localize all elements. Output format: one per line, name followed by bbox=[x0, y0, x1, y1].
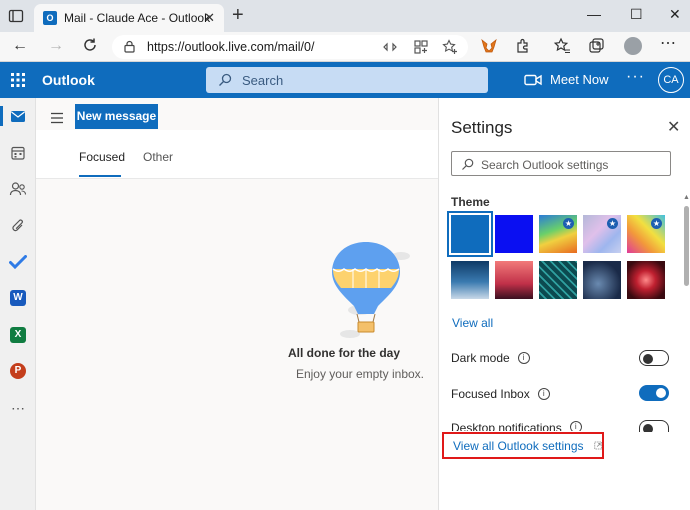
tab-focused[interactable]: Focused bbox=[79, 150, 125, 164]
app-rail: W X P ⋯ bbox=[0, 98, 36, 510]
app-available-icon[interactable] bbox=[413, 39, 429, 55]
mail-icon[interactable] bbox=[8, 106, 28, 126]
browser-profile-avatar[interactable] bbox=[624, 37, 642, 55]
new-message-button[interactable]: New message bbox=[75, 104, 158, 129]
settings-title: Settings bbox=[451, 118, 513, 137]
header-more-icon[interactable]: ··· bbox=[626, 68, 645, 86]
scrollbar-thumb[interactable] bbox=[684, 206, 689, 286]
hamburger-menu-icon[interactable] bbox=[50, 112, 64, 124]
dark-mode-row: Dark mode i bbox=[451, 351, 530, 365]
forward-icon[interactable]: → bbox=[48, 37, 64, 55]
inbox-pivot-bar: Focused Other bbox=[36, 130, 438, 178]
open-in-new-window-icon bbox=[593, 441, 602, 450]
focused-inbox-row: Focused Inbox i bbox=[451, 387, 550, 401]
theme-thumb-landscape[interactable] bbox=[451, 261, 489, 299]
maximize-icon[interactable]: ☐ bbox=[630, 6, 643, 23]
browser-tab[interactable]: O Mail - Claude Ace - Outlook ✕ bbox=[34, 4, 224, 32]
outlook-header: Outlook Search Meet Now ··· CA bbox=[0, 62, 690, 98]
favorite-add-icon[interactable] bbox=[442, 39, 458, 55]
tab-other[interactable]: Other bbox=[143, 150, 173, 164]
search-icon bbox=[219, 73, 232, 86]
info-icon[interactable]: i bbox=[569, 421, 582, 431]
browser-menu-icon[interactable]: ⋯ bbox=[660, 35, 676, 53]
people-icon[interactable] bbox=[8, 179, 28, 199]
collections-icon[interactable] bbox=[587, 37, 605, 55]
focused-inbox-label: Focused Inbox bbox=[451, 387, 530, 401]
desktop-notifications-row: Desktop notifications i bbox=[451, 421, 582, 431]
settings-search-input[interactable]: Search Outlook settings bbox=[451, 151, 671, 176]
minimize-icon[interactable]: — bbox=[587, 6, 601, 22]
lock-icon[interactable] bbox=[123, 40, 136, 53]
settings-panel: Settings ✕ Search Outlook settings Theme… bbox=[438, 98, 690, 510]
hot-air-balloon-illustration bbox=[332, 242, 410, 338]
read-aloud-icon[interactable] bbox=[382, 39, 398, 55]
meet-now-button[interactable]: Meet Now bbox=[524, 72, 609, 87]
view-all-themes-link[interactable]: View all bbox=[452, 316, 493, 330]
new-tab-icon[interactable]: + bbox=[232, 5, 244, 25]
address-bar[interactable]: https://outlook.live.com/mail/0/ bbox=[112, 35, 468, 59]
dark-mode-toggle[interactable] bbox=[639, 350, 669, 366]
info-icon[interactable]: i bbox=[517, 352, 530, 364]
close-window-icon[interactable]: ✕ bbox=[669, 6, 681, 23]
search-icon bbox=[462, 158, 474, 170]
outlook-brand[interactable]: Outlook bbox=[42, 72, 95, 88]
meet-now-label: Meet Now bbox=[550, 72, 609, 87]
info-icon[interactable]: i bbox=[537, 388, 550, 400]
theme-thumb-lights[interactable] bbox=[627, 261, 665, 299]
theme-thumb-pastel[interactable]: ★ bbox=[583, 215, 621, 253]
video-camera-icon bbox=[524, 74, 542, 85]
browser-toolbar: ← → https://outlook.live.com/mail/0/ ⋯ bbox=[0, 32, 690, 62]
account-avatar[interactable]: CA bbox=[658, 67, 684, 93]
app-launcher-icon[interactable] bbox=[10, 72, 26, 88]
mail-pane: New message Focused Other All done for t… bbox=[36, 98, 438, 510]
theme-thumb-rainbow[interactable]: ★ bbox=[627, 215, 665, 253]
desktop-notifications-label: Desktop notifications bbox=[451, 421, 562, 431]
metamask-extension-icon[interactable] bbox=[480, 37, 498, 55]
mail-search-box[interactable]: Search bbox=[206, 67, 488, 93]
back-icon[interactable]: ← bbox=[12, 37, 28, 55]
focused-inbox-toggle[interactable] bbox=[639, 385, 669, 401]
settings-scrollbar[interactable]: ▲ bbox=[683, 194, 690, 454]
favorites-icon[interactable] bbox=[553, 37, 571, 55]
todo-icon[interactable] bbox=[8, 252, 28, 272]
theme-grid: ★ ★ ★ bbox=[447, 211, 665, 301]
more-apps-icon[interactable]: ⋯ bbox=[8, 398, 28, 418]
tab-title: Mail - Claude Ace - Outlook bbox=[64, 11, 211, 25]
premium-star-icon: ★ bbox=[563, 218, 574, 229]
calendar-icon[interactable] bbox=[8, 143, 28, 163]
premium-star-icon: ★ bbox=[607, 218, 618, 229]
outlook-favicon-icon: O bbox=[43, 11, 57, 25]
close-tab-icon[interactable]: ✕ bbox=[204, 10, 215, 26]
theme-thumb-sunset[interactable] bbox=[495, 261, 533, 299]
powerpoint-icon[interactable]: P bbox=[8, 361, 28, 381]
theme-thumb-colorful[interactable]: ★ bbox=[539, 215, 577, 253]
pivot-divider bbox=[36, 178, 438, 179]
extensions-icon[interactable] bbox=[514, 37, 532, 55]
empty-inbox-subtitle: Enjoy your empty inbox. bbox=[295, 367, 424, 381]
theme-thumb-station[interactable] bbox=[583, 261, 621, 299]
premium-star-icon: ★ bbox=[651, 218, 662, 229]
refresh-icon[interactable] bbox=[82, 37, 98, 53]
active-tab-underline bbox=[79, 175, 121, 177]
close-settings-icon[interactable]: ✕ bbox=[667, 117, 680, 137]
word-icon[interactable]: W bbox=[8, 288, 28, 308]
attach-icon[interactable] bbox=[8, 216, 28, 236]
tab-actions-icon[interactable] bbox=[8, 8, 24, 24]
view-all-outlook-settings-label: View all Outlook settings bbox=[453, 438, 584, 453]
view-all-outlook-settings-link[interactable]: View all Outlook settings bbox=[442, 432, 604, 459]
empty-inbox-title: All done for the day bbox=[287, 346, 400, 360]
settings-search-placeholder: Search Outlook settings bbox=[481, 158, 609, 172]
theme-thumb-dark-blue[interactable] bbox=[495, 215, 533, 253]
theme-thumb-circuit[interactable] bbox=[539, 261, 577, 299]
theme-label: Theme bbox=[451, 195, 490, 209]
browser-tab-strip: O Mail - Claude Ace - Outlook ✕ + — ☐ ✕ bbox=[0, 0, 690, 32]
dark-mode-label: Dark mode bbox=[451, 351, 510, 365]
excel-icon[interactable]: X bbox=[8, 325, 28, 345]
rail-active-indicator bbox=[0, 106, 3, 126]
url-text[interactable]: https://outlook.live.com/mail/0/ bbox=[147, 40, 314, 54]
desktop-notifications-toggle[interactable] bbox=[639, 420, 669, 432]
theme-thumb-blue[interactable] bbox=[447, 211, 493, 257]
search-placeholder: Search bbox=[242, 73, 284, 88]
